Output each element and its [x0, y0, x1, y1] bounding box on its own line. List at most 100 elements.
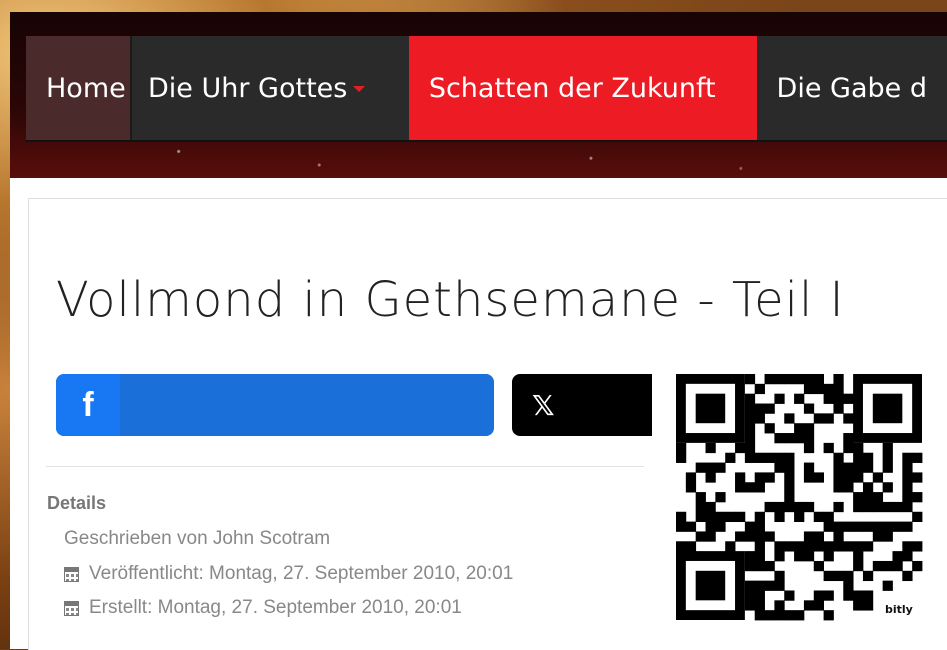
qr-module	[902, 521, 913, 532]
qr-module	[803, 472, 815, 483]
qr-module	[774, 462, 785, 473]
qr-module	[803, 551, 815, 562]
qr-module	[803, 403, 815, 414]
qr-module	[685, 472, 697, 483]
qr-module	[744, 521, 756, 532]
qr-module	[872, 393, 903, 424]
qr-module	[774, 452, 785, 463]
nav-home[interactable]: Home	[26, 36, 131, 140]
qr-module	[833, 541, 844, 552]
qr-module	[853, 462, 864, 473]
qr-module	[872, 501, 884, 513]
qr-module	[892, 551, 903, 562]
qr-module	[764, 374, 775, 385]
qr-module	[784, 492, 795, 503]
qr-module	[705, 511, 716, 522]
qr-module	[813, 541, 824, 552]
nav-schatten-der-zukunft[interactable]: Schatten der Zukunft	[408, 36, 757, 140]
qr-module	[784, 413, 795, 424]
qr-code-image	[676, 374, 923, 621]
qr-module	[862, 600, 874, 611]
divider	[46, 466, 644, 467]
qr-module	[715, 492, 726, 503]
qr-module	[853, 600, 864, 611]
qr-module	[744, 600, 756, 611]
qr-module	[813, 511, 824, 522]
qr-module	[843, 482, 854, 493]
qr-module	[803, 462, 815, 473]
qr-module	[774, 541, 785, 552]
qr-module	[754, 472, 765, 483]
qr-module	[754, 560, 765, 572]
qr-module	[882, 462, 893, 473]
qr-module	[823, 413, 834, 424]
qr-module	[862, 462, 874, 473]
qr-module	[853, 551, 864, 562]
qr-module	[813, 560, 824, 572]
qr-module	[744, 551, 756, 562]
qr-module	[862, 521, 874, 532]
qr-module	[794, 423, 805, 434]
qr-module	[912, 492, 923, 503]
qr-module	[833, 452, 844, 463]
qr-module	[882, 560, 893, 572]
qr-module	[803, 383, 815, 395]
qr-module	[872, 521, 884, 532]
qr-module	[794, 511, 805, 522]
qr-module	[862, 501, 874, 513]
qr-module	[725, 541, 736, 552]
qr-module	[862, 570, 874, 582]
qr-module	[784, 482, 795, 493]
qr-module	[882, 452, 893, 463]
qr-module	[813, 600, 824, 611]
facebook-share-button[interactable]: f	[56, 374, 494, 436]
qr-module	[833, 521, 844, 532]
qr-module	[744, 423, 756, 434]
qr-module	[784, 610, 795, 621]
qr-module	[784, 452, 795, 463]
qr-module	[685, 482, 697, 493]
qr-module	[833, 403, 844, 414]
qr-module	[833, 570, 844, 582]
qr-module	[912, 472, 923, 483]
qr-module	[843, 590, 854, 601]
qr-module	[715, 462, 726, 473]
qr-module	[823, 511, 834, 522]
qr-module	[853, 521, 864, 532]
qr-module	[892, 501, 903, 513]
qr-module	[705, 521, 716, 532]
qr-module	[862, 492, 874, 503]
qr-module	[764, 501, 775, 513]
nav-die-uhr-gottes[interactable]: Die Uhr Gottes	[132, 36, 409, 140]
qr-module	[833, 501, 844, 513]
qr-module	[794, 433, 805, 444]
qr-module	[695, 393, 726, 424]
qr-module	[695, 462, 706, 473]
qr-module	[764, 531, 775, 542]
qr-module	[794, 393, 805, 404]
qr-module	[744, 452, 756, 463]
qr-module	[744, 393, 756, 404]
qr-module	[715, 511, 726, 522]
qr-module	[774, 501, 785, 513]
bitly-logo: bitly	[885, 603, 913, 616]
x-share-button[interactable]: 𝕏	[512, 374, 652, 436]
qr-module	[853, 541, 864, 552]
dropdown-caret-icon	[353, 86, 366, 92]
qr-module	[803, 442, 815, 454]
nav-die-gabe[interactable]: Die Gabe d	[757, 36, 947, 140]
qr-module	[695, 501, 706, 513]
qr-module	[882, 482, 893, 493]
qr-module	[744, 580, 756, 591]
qr-module	[882, 501, 893, 513]
author-text: Geschrieben von John Scotram	[64, 528, 331, 549]
qr-module	[754, 600, 765, 611]
qr-module	[735, 511, 746, 522]
qr-module	[862, 482, 874, 493]
qr-module	[902, 472, 913, 483]
qr-module	[902, 482, 913, 493]
qr-module	[794, 374, 805, 385]
qr-module	[823, 442, 834, 454]
qr-module	[695, 531, 706, 542]
qr-module	[853, 442, 864, 454]
